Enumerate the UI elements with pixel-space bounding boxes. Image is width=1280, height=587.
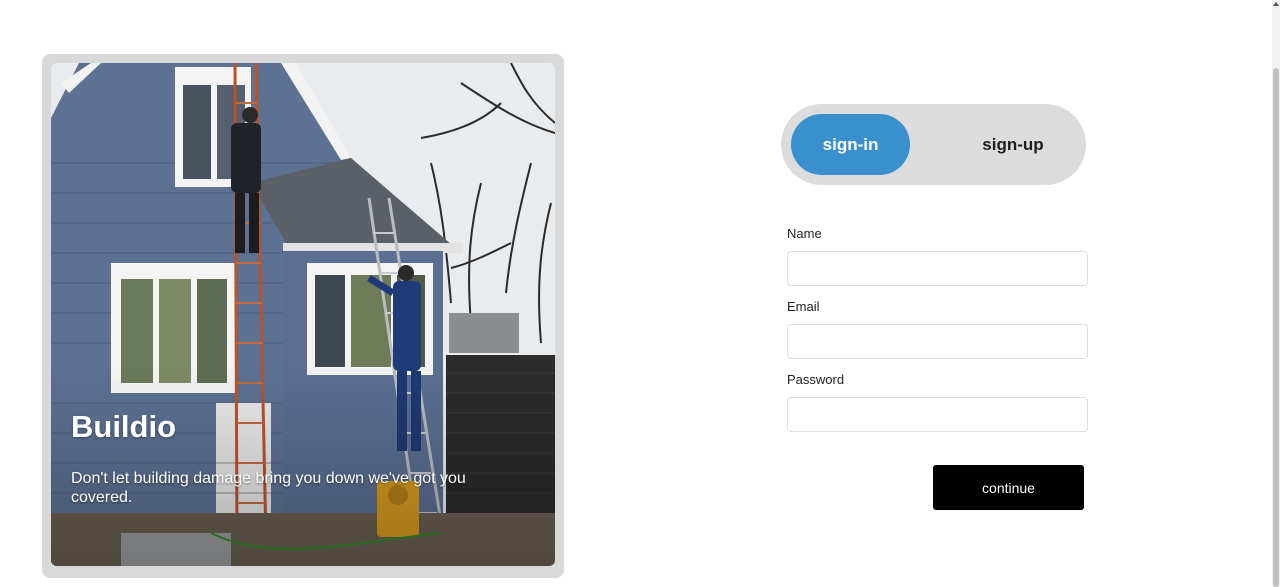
- name-label: Name: [787, 226, 822, 241]
- email-label: Email: [787, 299, 820, 314]
- brand-title: Buildio: [71, 409, 177, 444]
- password-label: Password: [787, 372, 845, 387]
- page-scrollbar[interactable]: [1272, 0, 1280, 587]
- name-field[interactable]: [787, 251, 1088, 286]
- password-field[interactable]: [787, 397, 1088, 432]
- hero-tagline: Don't let building damage bring you down…: [71, 470, 466, 506]
- hero-photo: Buildio Don't let building damage bring …: [51, 63, 555, 566]
- sign-up-tab[interactable]: sign-up: [931, 114, 1095, 175]
- sign-in-tab[interactable]: sign-in: [791, 114, 910, 175]
- auth-mode-toggle: sign-in sign-up: [781, 104, 1086, 185]
- email-field[interactable]: [787, 324, 1088, 359]
- scroll-up-arrow-icon[interactable]: [1273, 2, 1279, 6]
- scrollbar-thumb[interactable]: [1273, 68, 1279, 587]
- hero-card: Buildio Don't let building damage bring …: [42, 54, 564, 578]
- continue-button[interactable]: continue: [933, 465, 1084, 510]
